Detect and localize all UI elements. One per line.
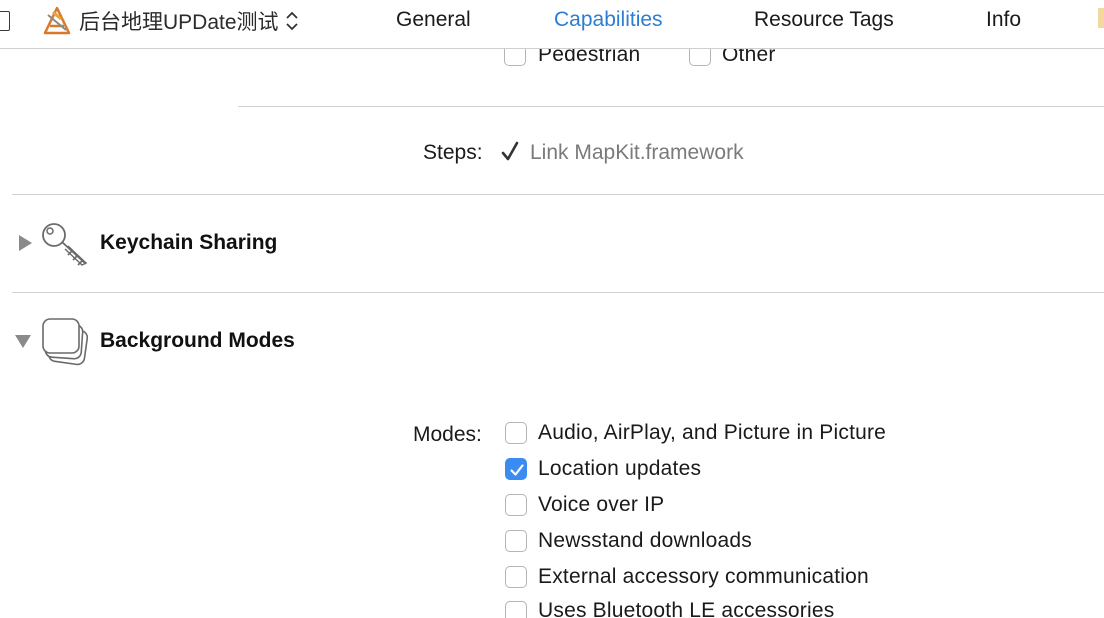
divider: [12, 194, 1104, 195]
disclosure-collapsed-icon[interactable]: [16, 234, 34, 252]
chevron-updown-icon: [285, 11, 298, 31]
checkbox-newsstand-downloads[interactable]: [505, 530, 527, 552]
tab-info[interactable]: Info: [986, 8, 1021, 32]
mode-label-voip: Voice over IP: [538, 493, 665, 516]
mode-label-audio: Audio, AirPlay, and Picture in Picture: [538, 421, 887, 444]
modes-label: Modes:: [413, 423, 482, 446]
checkbox-location-updates[interactable]: [505, 458, 527, 480]
step-link-mapkit: Link MapKit.framework: [530, 141, 744, 164]
section-title-background-modes[interactable]: Background Modes: [100, 329, 295, 353]
mode-label-bluetooth-le: Uses Bluetooth LE accessories: [538, 599, 835, 618]
divider: [238, 106, 1104, 107]
section-title-keychain-sharing[interactable]: Keychain Sharing: [100, 231, 277, 255]
target-picker[interactable]: 后台地理UPDate测试: [42, 6, 299, 36]
checkbox-voice-over-ip[interactable]: [505, 494, 527, 516]
tab-overflow-indicator: [1098, 8, 1104, 28]
app-target-icon: [43, 6, 71, 35]
divider: [12, 292, 1104, 293]
background-modes-icon: [42, 318, 89, 366]
checkmark-icon: [501, 141, 519, 161]
checkbox-external-accessory[interactable]: [505, 566, 527, 588]
mode-label-newsstand: Newsstand downloads: [538, 529, 752, 552]
tab-capabilities[interactable]: Capabilities: [554, 8, 663, 32]
checkbox-audio-airplay-pip[interactable]: [505, 422, 527, 444]
xcode-project-editor: 后台地理UPDate测试 General Capabilities Resour…: [0, 0, 1104, 618]
tab-general[interactable]: General: [396, 8, 471, 32]
capabilities-content: Pedestrian Other Steps: Link MapKit.fram…: [0, 43, 1104, 618]
editor-tab-bar: 后台地理UPDate测试 General Capabilities Resour…: [0, 0, 1104, 49]
mode-label-external-accessory: External accessory communication: [538, 565, 869, 588]
disclosure-expanded-icon[interactable]: [14, 332, 32, 350]
tab-resource-tags[interactable]: Resource Tags: [754, 8, 894, 32]
checkbox-bluetooth-le[interactable]: [505, 601, 527, 618]
mode-label-location: Location updates: [538, 457, 702, 480]
checkmark-icon: [510, 464, 524, 476]
keychain-icon: [42, 223, 88, 266]
steps-label: Steps:: [423, 141, 483, 164]
navigator-toggle-icon[interactable]: [0, 11, 10, 31]
target-name: 后台地理UPDate测试: [79, 11, 279, 34]
